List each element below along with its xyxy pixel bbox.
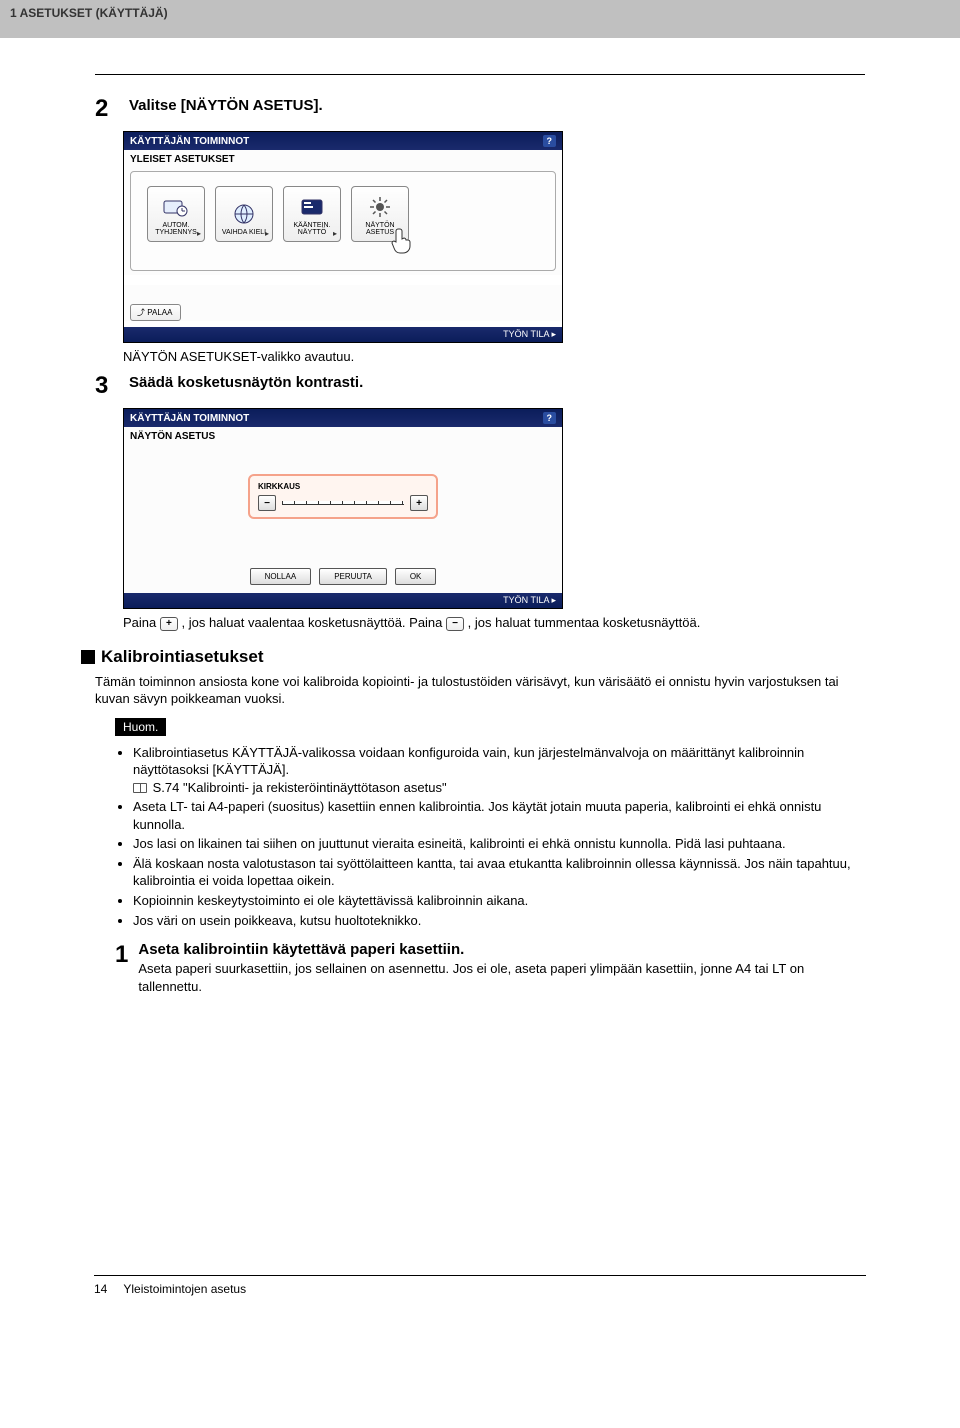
- square-bullet-icon: [81, 650, 95, 664]
- step2-result: NÄYTÖN ASETUKSET-valikko avautuu.: [123, 349, 865, 364]
- help-icon[interactable]: ?: [543, 412, 557, 424]
- contrast-control: KIRKKAUS − +: [248, 474, 438, 519]
- chevron-down-icon: ▸: [333, 230, 337, 239]
- step-number: 2: [95, 95, 117, 123]
- brightness-icon: [365, 196, 395, 218]
- section-intro: Tämän toiminnon ansiosta kone voi kalibr…: [95, 673, 865, 708]
- note-item: Kalibrointiasetus KÄYTTÄJÄ-valikossa voi…: [133, 744, 865, 797]
- device-titlebar: KÄYTTÄJÄN TOIMINNOT ?: [124, 409, 562, 427]
- device-subtitle: YLEISET ASETUKSET: [124, 150, 562, 167]
- huom-badge: Huom.: [115, 718, 166, 736]
- footer-section: Yleistoimintojen asetus: [123, 1282, 246, 1296]
- autom-tyhjennys-button[interactable]: AUTOM. TYHJENNYS ▸: [147, 186, 205, 242]
- peruuta-button[interactable]: PERUUTA: [319, 568, 387, 585]
- palaa-button[interactable]: ⤴ PALAA: [130, 304, 181, 321]
- ok-button[interactable]: OK: [395, 568, 437, 585]
- help-icon[interactable]: ?: [543, 135, 557, 147]
- reverse-display-icon: [297, 196, 327, 218]
- nollaa-button[interactable]: NOLLAA: [250, 568, 312, 585]
- device-screenshot-1: KÄYTTÄJÄN TOIMINNOT ? YLEISET ASETUKSET …: [123, 131, 563, 343]
- page-header: 1 ASETUKSET (KÄYTTÄJÄ): [0, 0, 960, 38]
- step-title: Aseta kalibrointiin käytettävä paperi ka…: [138, 941, 865, 958]
- press-instruction: Paina + , jos haluat vaalentaa kosketusn…: [123, 615, 865, 631]
- minus-key-icon: −: [446, 617, 464, 631]
- device-panel: AUTOM. TYHJENNYS ▸ VAIHDA KIELI ▸: [130, 171, 556, 271]
- contrast-scale: [282, 501, 404, 505]
- titlebar-text: KÄYTTÄJÄN TOIMINNOT: [130, 413, 249, 424]
- device-statusbar: TYÖN TILA ▸: [124, 327, 562, 342]
- device-subtitle: NÄYTÖN ASETUS: [124, 427, 562, 444]
- note-item: Älä koskaan nosta valotustason tai syött…: [133, 855, 865, 890]
- step-number: 1: [115, 941, 128, 969]
- chevron-down-icon: ▸: [265, 230, 269, 239]
- nayton-asetus-button[interactable]: NÄYTÖN ASETUS: [351, 186, 409, 242]
- note-list: Kalibrointiasetus KÄYTTÄJÄ-valikossa voi…: [115, 744, 865, 929]
- section-heading: Kalibrointiasetukset: [81, 647, 865, 667]
- step-number: 3: [95, 372, 117, 400]
- titlebar-text: KÄYTTÄJÄN TOIMINNOT: [130, 136, 249, 147]
- step-2: 2 Valitse [NÄYTÖN ASETUS].: [95, 95, 865, 123]
- plus-key-icon: +: [160, 617, 178, 631]
- kalib-step-1: 1 Aseta kalibrointiin käytettävä paperi …: [115, 941, 865, 995]
- section-title: Kalibrointiasetukset: [101, 647, 264, 667]
- note-item: Kopioinnin keskeytystoiminto ei ole käyt…: [133, 892, 865, 910]
- step-title: Valitse [NÄYTÖN ASETUS].: [129, 95, 323, 114]
- globe-icon: [229, 203, 259, 225]
- contrast-title: KIRKKAUS: [258, 482, 428, 491]
- device-statusbar: TYÖN TILA ▸: [124, 593, 562, 608]
- step-title: Säädä kosketusnäytön kontrasti.: [129, 372, 363, 391]
- step-subtext: Aseta paperi suurkasettiin, jos sellaine…: [138, 960, 865, 995]
- note-item: Jos väri on usein poikkeava, kutsu huolt…: [133, 912, 865, 930]
- chevron-down-icon: ▸: [197, 230, 201, 239]
- contrast-plus-button[interactable]: +: [410, 495, 428, 511]
- clock-icon: [161, 196, 191, 218]
- device-screenshot-2: KÄYTTÄJÄN TOIMINNOT ? NÄYTÖN ASETUS KIRK…: [123, 408, 563, 609]
- vaihda-kieli-button[interactable]: VAIHDA KIELI ▸: [215, 186, 273, 242]
- note-item: Aseta LT- tai A4-paperi (suositus) kaset…: [133, 798, 865, 833]
- contrast-minus-button[interactable]: −: [258, 495, 276, 511]
- note-item: Jos lasi on likainen tai siihen on juutt…: [133, 835, 865, 853]
- device-titlebar: KÄYTTÄJÄN TOIMINNOT ?: [124, 132, 562, 150]
- book-icon: [133, 783, 147, 793]
- page-footer: 14 Yleistoimintojen asetus: [94, 1275, 866, 1296]
- step-3: 3 Säädä kosketusnäytön kontrasti.: [95, 372, 865, 400]
- kaantein-naytto-button[interactable]: KÄÄNTEIN. NÄYTTÖ ▸: [283, 186, 341, 242]
- page-number: 14: [94, 1282, 107, 1296]
